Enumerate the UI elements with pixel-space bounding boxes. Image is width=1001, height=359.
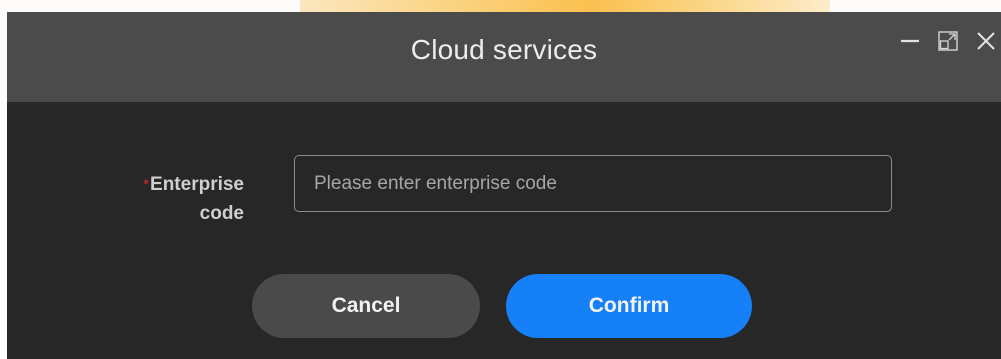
dialog-body: *Enterprise code Cancel Confirm <box>7 102 1001 359</box>
close-icon <box>977 32 995 50</box>
cloud-services-dialog: Cloud services *Enterprise code Please e… <box>7 12 1001 359</box>
dialog-title: Cloud services <box>410 34 598 65</box>
enterprise-code-label: *Enterprise code <box>64 170 244 228</box>
window-controls <box>887 26 1001 56</box>
minimize-icon <box>901 39 919 43</box>
dialog-titlebar: Cloud services <box>7 12 1001 102</box>
minimize-button[interactable] <box>895 26 925 56</box>
required-mark: * <box>143 176 150 193</box>
cancel-button[interactable]: Cancel <box>252 274 480 338</box>
restore-button[interactable] <box>933 26 963 56</box>
enterprise-code-label-line2: code <box>199 203 244 224</box>
confirm-button[interactable]: Confirm <box>506 274 752 338</box>
enterprise-code-input[interactable] <box>294 155 892 212</box>
restore-icon <box>938 31 958 51</box>
enterprise-code-label-line1: Enterprise <box>150 174 244 195</box>
close-button[interactable] <box>971 26 1001 56</box>
